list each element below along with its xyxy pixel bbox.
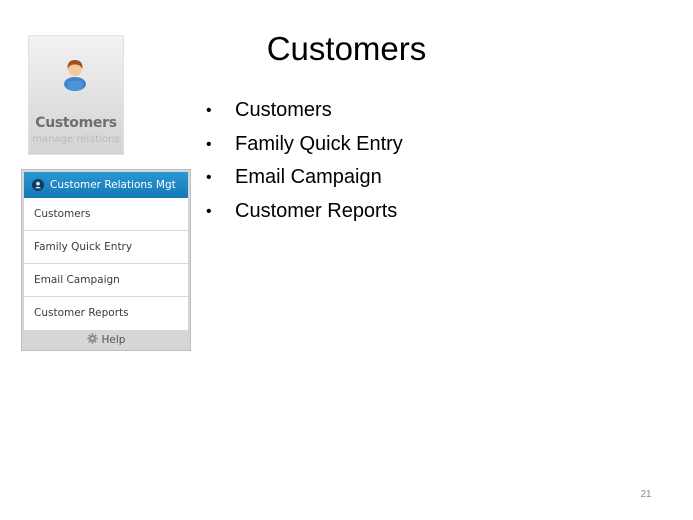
bullet-item: • Customers: [206, 94, 403, 128]
help-link[interactable]: Help: [24, 331, 188, 349]
menu-header[interactable]: Customer Relations Mgt: [24, 172, 188, 198]
slide-number: 21: [640, 489, 652, 500]
user-circle-icon: [32, 179, 44, 191]
menu-header-label: Customer Relations Mgt: [50, 179, 176, 191]
bullet-text: Customer Reports: [235, 199, 398, 222]
bullet-marker: •: [206, 102, 212, 119]
bullet-marker: •: [206, 202, 212, 220]
menu-item-customers[interactable]: Customers: [24, 198, 188, 231]
bullet-text: Customers: [235, 99, 332, 121]
tile-subtitle: manage relations: [32, 134, 120, 145]
bullet-item: • Family Quick Entry: [206, 128, 403, 162]
bullet-text: Family Quick Entry: [235, 132, 403, 155]
menu-item-email-campaign[interactable]: Email Campaign: [24, 264, 188, 297]
customers-tile[interactable]: Customers manage relations: [28, 35, 124, 155]
bullet-marker: •: [206, 169, 212, 186]
slide-title: Customers: [266, 30, 427, 67]
customer-relations-menu: Customer Relations Mgt Customers Family …: [21, 169, 191, 351]
person-icon: [64, 60, 86, 91]
bullet-text: Email Campaign: [235, 166, 382, 188]
tile-title: Customers: [35, 115, 117, 131]
bullet-item: • Email Campaign: [206, 161, 403, 195]
bullet-marker: •: [206, 135, 212, 153]
bullet-list: • Customers • Family Quick Entry • Email Ca…: [206, 94, 403, 228]
help-label: Help: [101, 334, 126, 346]
menu-item-customer-reports[interactable]: Customer Reports: [24, 297, 188, 330]
gear-icon: [86, 333, 98, 344]
menu-list: Customers Family Quick Entry Email Campa…: [24, 198, 188, 330]
menu-item-family-quick-entry[interactable]: Family Quick Entry: [24, 231, 188, 264]
bullet-item: • Customer Reports: [206, 195, 403, 229]
